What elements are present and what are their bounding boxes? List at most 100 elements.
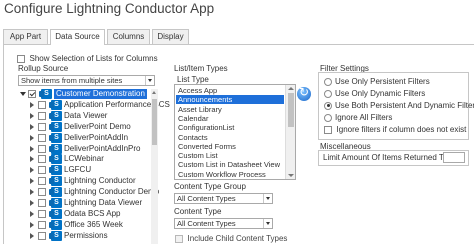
tree-item-checkbox[interactable]	[38, 144, 46, 153]
expand-arrow-icon[interactable]	[30, 178, 34, 185]
tree-item-label[interactable]: LCWebinar	[64, 154, 104, 164]
tree-item-label[interactable]: DeliverPointAddIn	[64, 133, 128, 143]
show-selection-checkbox[interactable]	[17, 54, 25, 63]
sharepoint-site-icon: S	[49, 198, 62, 208]
scroll-up-icon[interactable]	[152, 91, 156, 94]
tree-item-checkbox[interactable]	[38, 231, 46, 240]
list-type-option[interactable]: Contacts	[176, 133, 284, 142]
expand-arrow-icon[interactable]	[30, 167, 34, 174]
list-item-types-label: List/Item Types	[174, 64, 228, 73]
expand-arrow-icon[interactable]	[30, 112, 34, 119]
filter-option-label: Use Only Dynamic Filters	[335, 89, 426, 98]
content-type-select[interactable]: All Content Types	[174, 218, 273, 229]
tab-data-source[interactable]: Data Source	[50, 29, 105, 45]
tree-scrollbar[interactable]	[151, 89, 158, 244]
chevron-down-icon[interactable]	[263, 194, 272, 203]
tree-item-checkbox[interactable]	[38, 133, 46, 142]
expand-arrow-icon[interactable]	[30, 221, 34, 228]
list-type-option[interactable]: Custom Workflow Process	[176, 170, 284, 179]
tree-item-checkbox[interactable]	[38, 122, 46, 131]
list-type-scrollbar[interactable]	[285, 85, 295, 179]
tree-item-label[interactable]: LGFCU	[64, 165, 91, 175]
tree-item-checkbox[interactable]	[38, 220, 46, 229]
filter-option-radio[interactable]	[324, 77, 332, 86]
expand-open-icon[interactable]	[20, 92, 26, 96]
tree-item-checkbox[interactable]	[38, 199, 46, 207]
filter-option[interactable]: Use Only Dynamic Filters	[324, 88, 425, 98]
expand-arrow-icon[interactable]	[30, 210, 34, 217]
list-type-option[interactable]: ConfigurationList	[176, 123, 284, 132]
site-scope-select[interactable]: Show items from multiple sites	[18, 75, 155, 86]
list-type-option[interactable]: Custom List in Datasheet View	[176, 160, 284, 169]
content-type-group-select[interactable]: All Content Types	[174, 193, 273, 204]
filter-option[interactable]: Ignore All Filters	[324, 112, 392, 122]
limit-items-input[interactable]	[443, 152, 465, 163]
expand-arrow-icon[interactable]	[30, 101, 34, 108]
list-type-option[interactable]: Access App	[176, 86, 284, 95]
filter-option-radio[interactable]	[324, 101, 332, 110]
include-child-checkbox[interactable]	[175, 234, 183, 243]
expand-arrow-icon[interactable]	[30, 200, 34, 206]
tree-item-checkbox[interactable]	[38, 177, 46, 186]
tab-app-part[interactable]: App Part	[3, 29, 48, 44]
ignore-if-missing-checkbox[interactable]	[324, 125, 332, 134]
list-type-option[interactable]: Asset Library	[176, 105, 284, 114]
sharepoint-site-icon: S	[49, 165, 62, 176]
tree-item-checkbox[interactable]	[38, 111, 46, 120]
sharepoint-site-icon: S	[49, 208, 62, 219]
list-type-option[interactable]: Custom List	[176, 151, 284, 160]
filter-option[interactable]: Use Both Persistent And Dynamic Filters	[324, 100, 474, 110]
tree-item-label[interactable]: Odata BCS App	[64, 209, 120, 219]
scroll-down-icon[interactable]	[288, 174, 294, 177]
sharepoint-site-icon: S	[49, 110, 62, 121]
expand-arrow-icon[interactable]	[30, 156, 34, 163]
site-scope-value: Show items from multiple sites	[21, 76, 123, 85]
chevron-down-icon[interactable]	[263, 219, 272, 228]
show-selection-row[interactable]: Show Selection of Lists for Columns	[17, 53, 158, 63]
tree-scrollbar-thumb[interactable]	[152, 99, 157, 145]
content-type-value: All Content Types	[177, 219, 236, 228]
filter-option-radio[interactable]	[324, 113, 332, 122]
tab-columns[interactable]: Columns	[107, 29, 150, 44]
expand-arrow-icon[interactable]	[30, 145, 34, 152]
limit-items-label: Limit Amount Of Items Returned To	[323, 153, 448, 162]
dialog-title: Configure Lightning Conductor App	[4, 1, 215, 16]
tree-item-checkbox[interactable]	[28, 90, 36, 98]
tab-display[interactable]: Display	[152, 29, 189, 44]
list-type-scrollbar-thumb[interactable]	[288, 93, 294, 127]
tree-item-label[interactable]: Lightning Conductor	[64, 176, 136, 186]
content-type-group-value: All Content Types	[177, 194, 236, 203]
scroll-up-icon[interactable]	[288, 87, 294, 90]
expand-arrow-icon[interactable]	[30, 232, 34, 239]
tree-item-label[interactable]: Lightning Conductor Demo	[64, 187, 159, 197]
tree-item-label[interactable]: DeliverPointAddInPro	[64, 144, 140, 154]
expand-arrow-icon[interactable]	[30, 134, 34, 141]
tree-item-label[interactable]: Data Viewer	[64, 111, 107, 121]
list-type-option[interactable]: Announcements	[176, 95, 284, 105]
filter-option[interactable]: Use Only Persistent Filters	[324, 76, 430, 86]
ignore-if-missing-row[interactable]: Ignore filters if column does not exist	[324, 124, 466, 134]
ignore-if-missing-label: Ignore filters if column does not exist	[336, 125, 467, 134]
chevron-down-icon[interactable]	[145, 76, 154, 85]
tree-item-checkbox[interactable]	[38, 100, 46, 109]
tree-item-label[interactable]: Office 365 Week	[64, 220, 123, 230]
tree-item-label[interactable]: Permissions	[64, 231, 108, 241]
tree-item-checkbox[interactable]	[38, 166, 46, 175]
tree-item-label[interactable]: DeliverPoint Demo	[64, 122, 131, 132]
refresh-icon[interactable]	[297, 85, 311, 101]
tree-item-checkbox[interactable]	[38, 155, 46, 164]
list-type-option[interactable]: Converted Forms	[176, 142, 284, 151]
tree-item-label[interactable]: Lightning Data Viewer	[64, 198, 142, 208]
include-child-row[interactable]: Include Child Content Types	[175, 233, 287, 243]
list-type-listbox[interactable]: Access App Announcements Asset Library Cale…	[174, 84, 296, 180]
tree-item-checkbox[interactable]	[38, 209, 46, 218]
sharepoint-site-icon: S	[49, 187, 62, 198]
filter-option-radio[interactable]	[324, 89, 332, 98]
sharepoint-site-icon: S	[49, 176, 62, 187]
expand-arrow-icon[interactable]	[30, 189, 34, 196]
list-type-option[interactable]: Calendar	[176, 114, 284, 123]
expand-arrow-icon[interactable]	[30, 123, 34, 130]
sharepoint-site-icon: S	[49, 230, 62, 241]
tree-item-checkbox[interactable]	[38, 188, 46, 197]
tree-item-label[interactable]: Customer Demonstration	[54, 89, 147, 99]
